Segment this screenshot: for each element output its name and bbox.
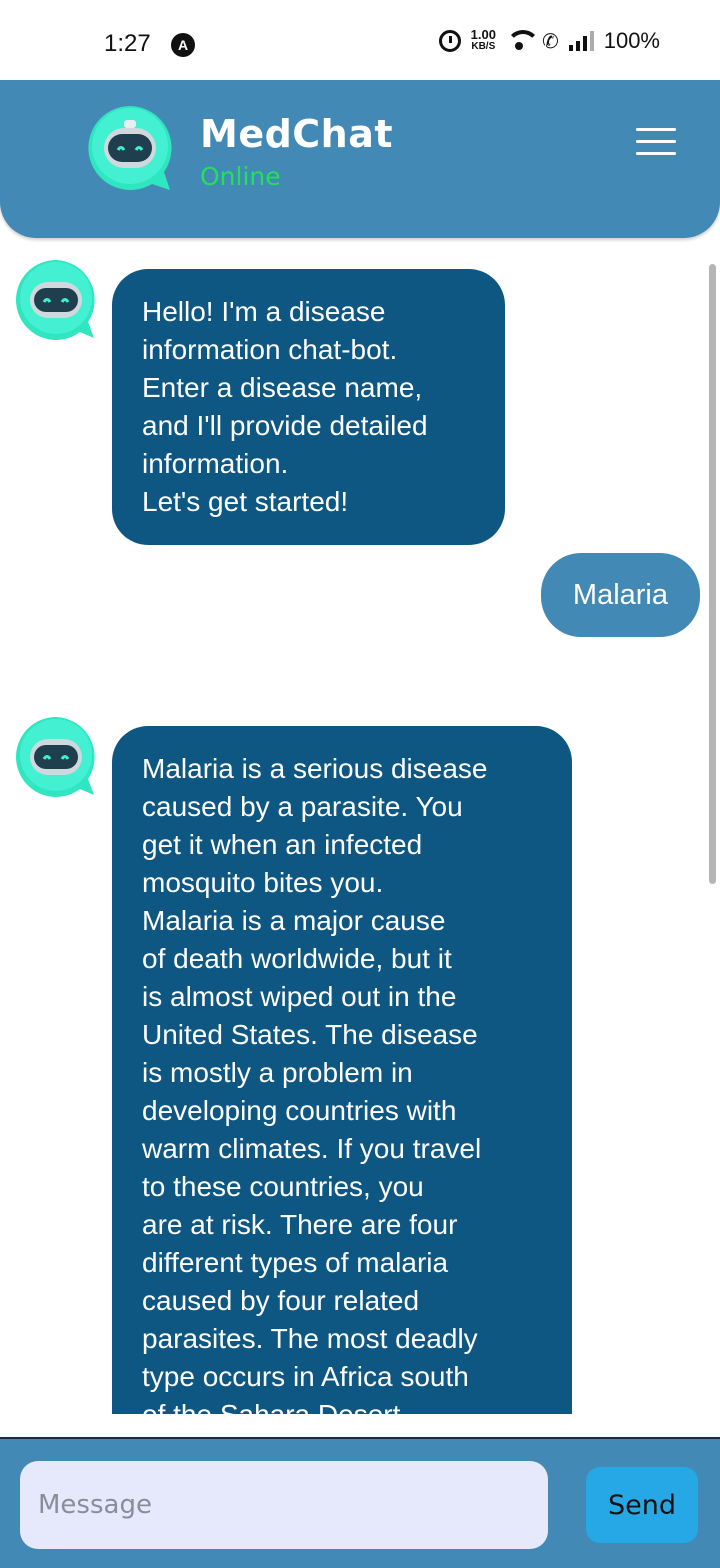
chat-messages[interactable]: Hello! I'm a disease information chat-bo… [0,238,720,1414]
app-title: MedChat [200,112,394,156]
bot-avatar-icon [15,717,95,797]
status-time: 1:27 [104,30,151,57]
notification-icon: A [171,33,195,57]
message-input[interactable] [20,1461,548,1549]
network-speed: 1.00 KB/S [470,27,496,53]
alarm-icon [438,30,461,52]
message-composer: Send [0,1437,720,1568]
hamburger-menu-icon[interactable] [636,128,676,160]
network-speed-unit: KB/S [471,41,496,52]
signal-icon [568,31,594,51]
robot-chat-icon [88,106,172,190]
user-message: Malaria [540,553,700,637]
bot-message: Malaria is a serious disease caused by a… [112,726,572,1414]
wifi-calling-icon: ✆ [541,30,559,53]
online-status: Online [200,162,281,191]
status-bar: 1:27 A 1.00 KB/S ✆ 100% [0,0,720,80]
wifi-icon [505,30,540,52]
scrollbar[interactable] [709,264,716,884]
chat-header: MedChat Online [0,80,720,238]
send-button[interactable]: Send [586,1467,698,1543]
network-speed-value: 1.00 [470,27,496,42]
bot-message: Hello! I'm a disease information chat-bo… [112,269,505,545]
status-icons: 1.00 KB/S ✆ 100% [438,27,660,54]
bot-avatar-icon [15,260,95,340]
battery-level: 100% [603,28,660,53]
